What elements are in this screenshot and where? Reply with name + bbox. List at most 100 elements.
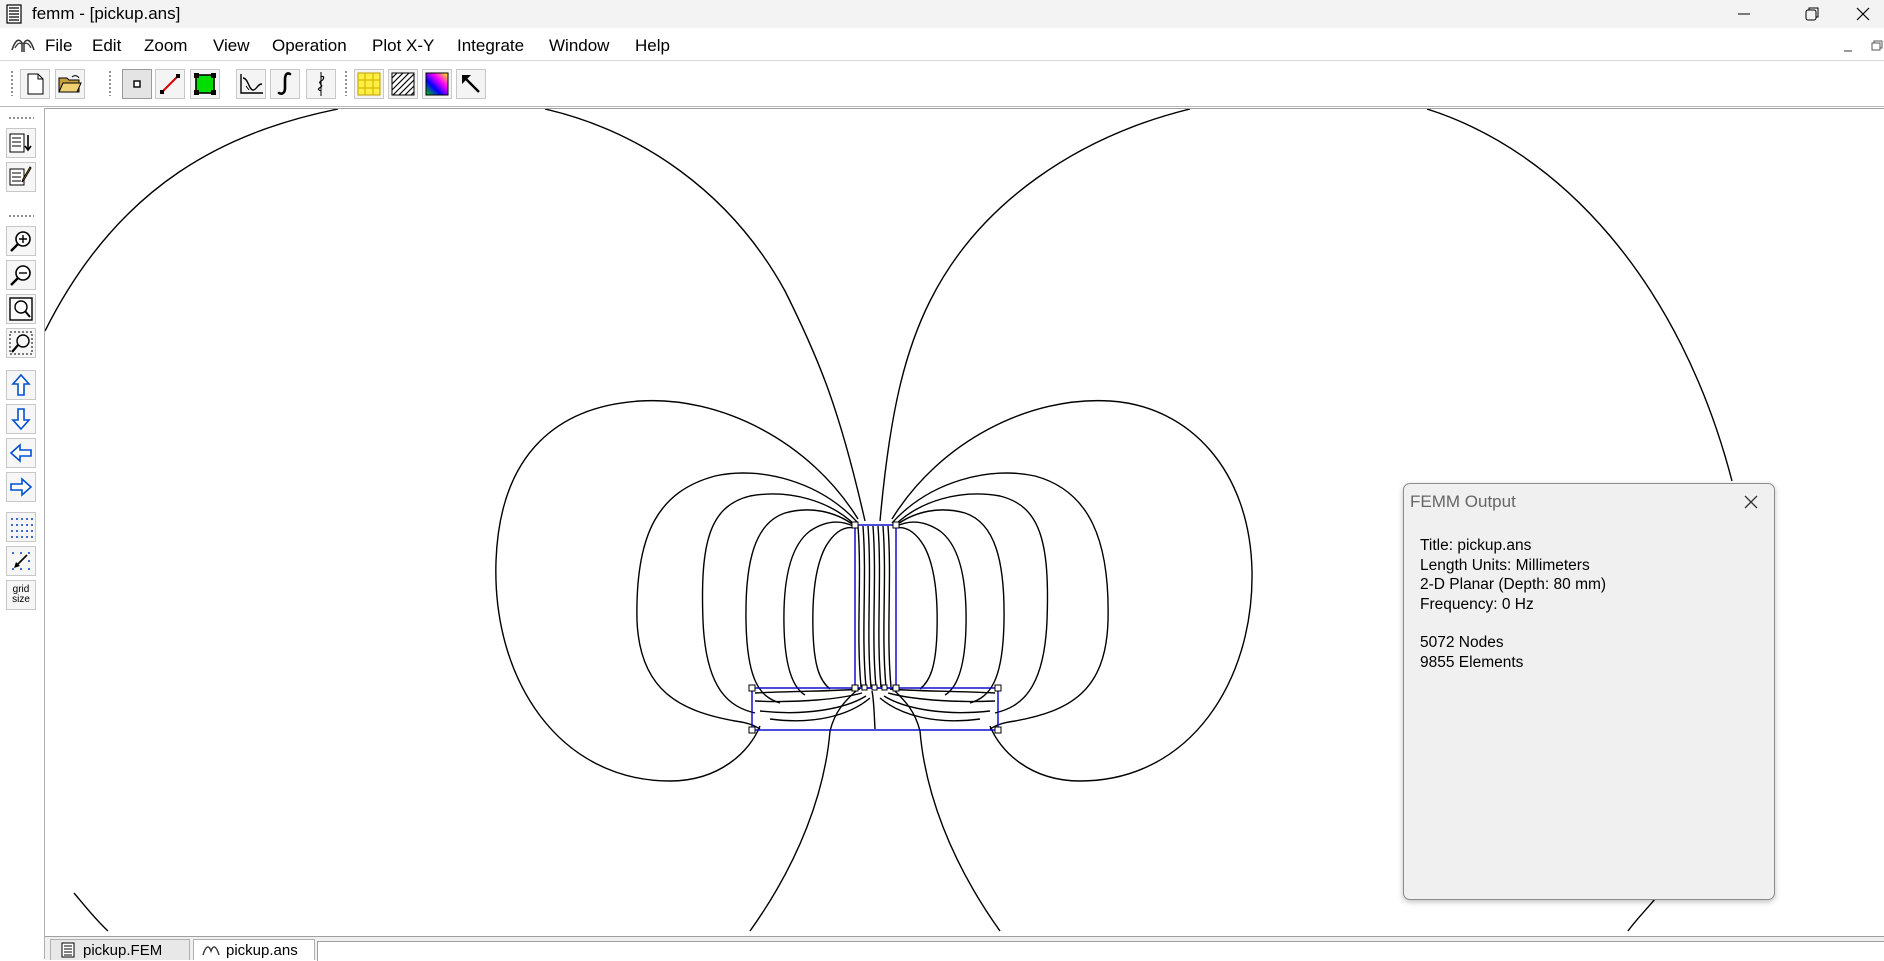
model-geometry [751,524,999,731]
edit-list-icon [9,166,32,186]
zoom-out-icon [10,265,31,286]
toolbar-grip[interactable] [8,214,34,218]
toolbar-grip[interactable] [10,70,14,96]
output-elements: 9855 Elements [1420,653,1524,671]
arrow-right-icon [10,477,33,497]
zoom-window-button[interactable] [6,328,36,358]
arrow-pointer-icon [462,75,480,93]
arrow-left-icon [9,443,32,463]
snap-arrow-icon [12,552,30,570]
left-toolbar: grid size [0,108,45,616]
edit-properties-button[interactable] [6,162,36,192]
density-plot-button[interactable] [422,69,452,99]
zoom-in-icon [10,231,31,252]
mdi-window-controls[interactable] [1824,38,1884,54]
zoom-out-button[interactable] [6,260,36,290]
segment-mode-button[interactable] [155,69,185,99]
main-toolbar [0,62,1884,107]
menu-file[interactable]: File [45,36,72,56]
output-nodes: 5072 Nodes [1420,634,1504,651]
menu-window[interactable]: Window [549,36,609,56]
menu-edit[interactable]: Edit [92,36,121,56]
tab-bar-empty-area [317,941,1884,961]
show-grid-button[interactable] [6,512,36,542]
select-point-button[interactable] [456,69,486,99]
integral-icon [277,72,292,95]
tab-pickup-fem[interactable]: pickup.FEM [50,939,190,960]
segment-icon [160,74,180,94]
contour-grid-icon [357,72,381,96]
femm-app-icon [6,4,22,24]
menu-plot-xy[interactable]: Plot X-Y [372,36,434,56]
output-frequency: Frequency: 0 Hz [1420,595,1534,613]
toolbar-grip[interactable] [8,116,34,120]
pan-right-button[interactable] [6,472,36,502]
output-length-units: Length Units: Millimeters [1420,556,1590,574]
open-folder-icon [58,75,82,93]
hatch-icon [391,72,415,96]
size-label: size [12,594,30,605]
menu-zoom[interactable]: Zoom [144,36,187,56]
pan-down-button[interactable] [6,404,36,434]
zoom-window-icon [9,331,33,355]
menu-integrate[interactable]: Integrate [457,36,524,56]
line-integral-icon [317,72,325,96]
snap-grid-button[interactable] [6,546,36,576]
tab-pickup-ans[interactable]: pickup.ans [193,939,315,960]
menu-help[interactable]: Help [635,36,670,56]
menu-view[interactable]: View [213,36,250,56]
block-mode-button[interactable] [190,69,220,99]
toolbar-grip[interactable] [344,70,348,96]
line-integral-button[interactable] [306,69,336,99]
minimize-icon [1738,13,1750,15]
node-mode-button[interactable] [122,69,152,99]
plot-xy-button[interactable] [236,69,266,99]
list-sort-icon [9,133,32,153]
open-file-button[interactable] [55,69,85,99]
toolbar-grip[interactable] [108,70,112,96]
arrow-down-icon [11,408,31,431]
restore-button[interactable] [1789,0,1835,28]
zoom-extents-icon [9,297,33,321]
pan-up-button[interactable] [6,370,36,400]
window-title: femm - [pickup.ans] [32,4,181,23]
grid-dots-icon [11,518,33,538]
grid-size-label: grid size [12,585,30,605]
contour-plot-button[interactable] [354,69,384,99]
close-icon [1856,7,1870,21]
hatch-plot-button[interactable] [388,69,418,99]
output-close-button[interactable] [1738,490,1764,514]
node-icon [133,80,141,88]
document-tab-bar: pickup.FEM pickup.ans [45,936,1884,961]
xy-plot-icon [240,74,263,94]
tab-label: pickup.ans [226,942,298,959]
restore-icon [1805,7,1819,21]
output-text: Title: pickup.ans Length Units: Millimet… [1420,536,1606,672]
close-icon [1744,495,1758,509]
menu-operation[interactable]: Operation [272,36,347,56]
arrow-up-icon [11,373,31,396]
left-panel-blank [0,616,45,959]
new-file-icon [27,73,44,95]
title-bar: femm - [pickup.ans] [0,0,1884,28]
output-title-line: Title: pickup.ans [1420,537,1532,554]
ans-document-icon [202,946,220,956]
menu-bar: File Edit Zoom View Operation Plot X-Y I… [0,30,1884,61]
document-icon[interactable] [10,36,36,54]
show-mesh-button[interactable] [6,128,36,158]
femm-output-window[interactable]: FEMM Output Title: pickup.ans Length Uni… [1403,483,1775,900]
output-window-title: FEMM Output [1410,492,1516,511]
pan-left-button[interactable] [6,438,36,468]
close-window-button[interactable] [1856,0,1884,28]
zoom-natural-button[interactable] [6,294,36,324]
grid-size-button[interactable]: grid size [6,580,36,610]
tab-label: pickup.FEM [83,942,163,959]
zoom-in-button[interactable] [6,226,36,256]
block-label-icon [194,73,216,95]
output-planar-depth: 2-D Planar (Depth: 80 mm) [1420,576,1607,593]
integrate-button[interactable] [270,69,300,99]
density-plot-icon [425,72,449,96]
fem-document-icon [61,942,75,958]
minimize-button[interactable] [1721,0,1767,28]
new-file-button[interactable] [20,69,50,99]
